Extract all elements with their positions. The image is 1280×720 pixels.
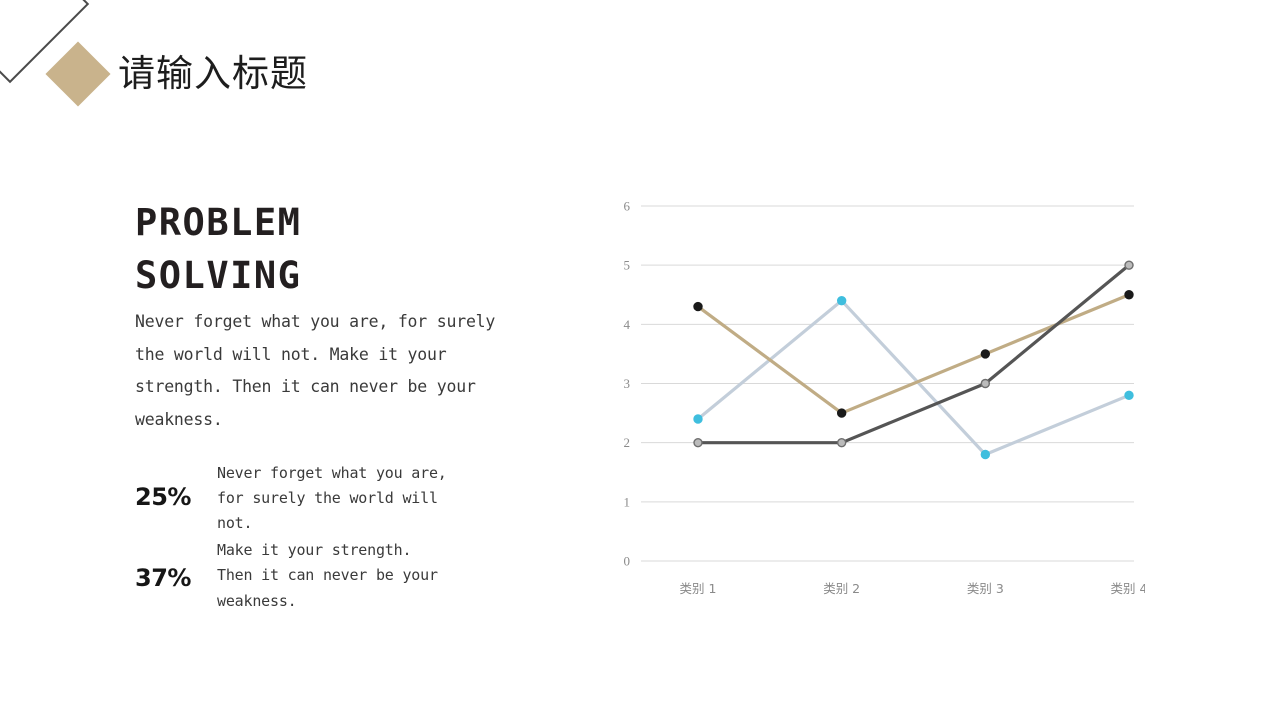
y-axis-tick-label: 6 — [624, 199, 631, 214]
stat-row: 25% Never forget what you are, for surel… — [135, 461, 510, 537]
line-chart-panel: 0 1 2 3 4 5 6 类别 1 类别 2 类别 3 类别 4 — [600, 190, 1146, 600]
decorative-diamond — [45, 41, 111, 107]
stats-list: 25% Never forget what you are, for surel… — [135, 461, 510, 614]
chart-data-point — [980, 378, 991, 389]
left-content-column: PROBLEM SOLVING Never forget what you ar… — [135, 197, 510, 616]
x-axis-tick-label: 类别 4 — [1111, 581, 1145, 596]
chart-series-line — [696, 299, 1131, 457]
chart-series-line — [696, 293, 1131, 415]
y-axis-tick-label: 3 — [624, 376, 631, 391]
chart-data-point — [693, 437, 703, 448]
stat-description: Make it your strength. Then it can never… — [217, 541, 438, 610]
y-axis-tick-label: 4 — [624, 317, 631, 332]
stat-row: 37% Make it your strength. Then it can n… — [135, 538, 510, 614]
chart-data-point — [836, 295, 847, 306]
stat-value: 25% — [135, 482, 191, 511]
chart-data-point — [1124, 260, 1134, 270]
stat-value: 37% — [135, 564, 191, 593]
stat-description: Never forget what you are, for surely th… — [217, 463, 447, 533]
chart-data-point — [693, 301, 703, 312]
y-axis-tick-label: 0 — [624, 554, 631, 569]
y-axis-tick-label: 1 — [624, 494, 631, 509]
y-axis-tick-label: 5 — [624, 258, 631, 273]
chart-data-point — [980, 349, 991, 359]
x-axis-tick-label: 类别 2 — [823, 581, 860, 596]
line-chart: 0 1 2 3 4 5 6 类别 1 类别 2 类别 3 类别 4 — [624, 199, 1146, 597]
lead-paragraph: Never forget what you are, for surely th… — [135, 312, 496, 430]
x-axis-tick-label: 类别 1 — [680, 581, 717, 596]
chart-data-point — [1124, 390, 1134, 401]
chart-data-point — [980, 449, 991, 460]
y-axis-tick-label: 2 — [624, 435, 631, 450]
chart-data-point — [836, 437, 847, 448]
chart-data-point — [1124, 290, 1134, 300]
x-axis-tick-label: 类别 3 — [967, 581, 1004, 596]
section-headline: PROBLEM SOLVING — [135, 201, 302, 297]
chart-data-point — [693, 414, 703, 424]
chart-data-point — [836, 408, 847, 418]
page-title: 请输入标题 — [118, 51, 308, 95]
slide-header: 请输入标题 — [118, 42, 718, 104]
